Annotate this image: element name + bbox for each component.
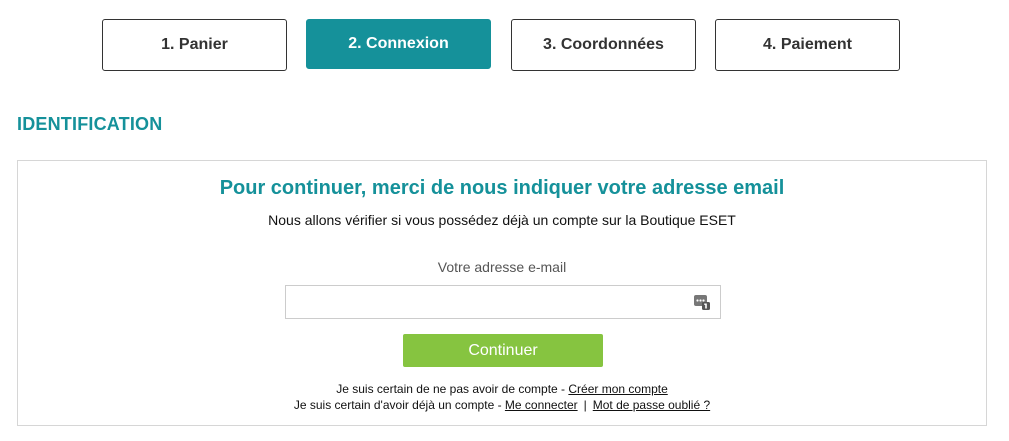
no-account-line: Je suis certain de ne pas avoir de compt… [18,382,986,396]
email-label: Votre adresse e-mail [437,259,567,275]
login-link[interactable]: Me connecter [505,398,578,412]
identification-panel: Pour continuer, merci de nous indiquer v… [17,160,987,426]
has-account-text: Je suis certain d'avoir déjà un compte - [293,398,505,412]
step-label: 4. Paiement [763,36,852,53]
section-title: IDENTIFICATION [17,114,163,134]
link-separator: | [583,398,587,412]
no-account-text: Je suis certain de ne pas avoir de compt… [336,382,569,396]
checkout-steps: 1. Panier 2. Connexion 3. Coordonnées 4.… [0,19,1009,71]
password-manager-icon[interactable] [694,294,710,310]
continue-button[interactable]: Continuer [403,334,603,367]
forgot-password-link[interactable]: Mot de passe oublié ? [593,398,710,412]
email-field-wrapper [285,285,721,319]
step-connexion[interactable]: 2. Connexion [306,19,491,69]
step-panier[interactable]: 1. Panier [102,19,287,71]
email-input[interactable] [286,286,720,318]
step-label: 2. Connexion [348,35,449,52]
panel-subheading: Nous allons vérifier si vous possédez dé… [268,212,736,228]
has-account-line: Je suis certain d'avoir déjà un compte -… [18,398,986,412]
step-coordonnees[interactable]: 3. Coordonnées [511,19,696,71]
step-label: 1. Panier [161,36,228,53]
panel-heading: Pour continuer, merci de nous indiquer v… [219,177,785,199]
step-paiement[interactable]: 4. Paiement [715,19,900,71]
step-label: 3. Coordonnées [543,36,664,53]
create-account-link[interactable]: Créer mon compte [568,382,667,396]
